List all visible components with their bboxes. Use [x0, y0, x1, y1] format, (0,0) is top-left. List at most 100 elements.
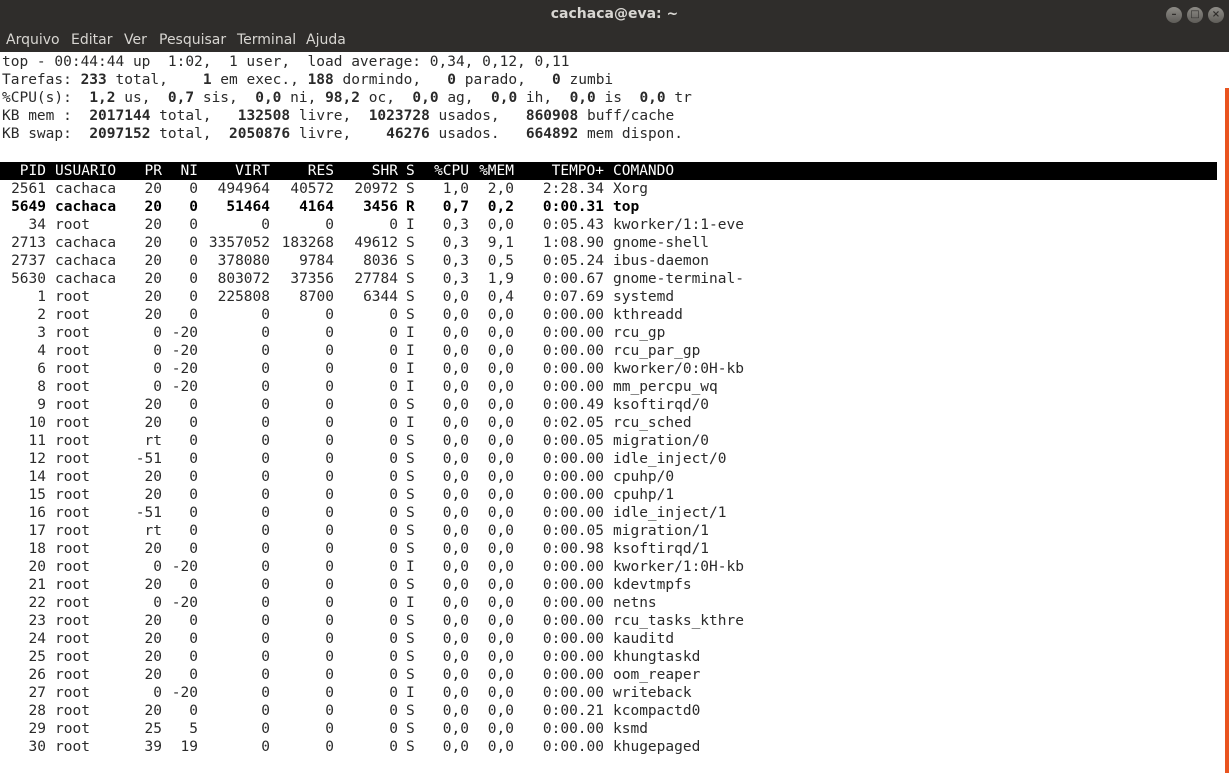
table-row: 21 root 20 0 0 0 0 S 0,0 0,0 0:00.00 kdevtmpfs [0, 576, 1217, 594]
table-row: 29 root 25 5 0 0 0 S 0,0 0,0 0:00.00 ksmd [0, 720, 1217, 738]
cell-time: 0:00.21 [542, 703, 604, 719]
cell-time: 0:05.24 [542, 253, 604, 269]
cell-time: 0:00.00 [542, 613, 604, 629]
cell-time: 0:00.00 [542, 559, 604, 575]
table-row: 3 root 0 -20 0 0 0 I 0,0 0,0 0:00.00 rcu_gp [0, 324, 1217, 342]
menu-bar: Arquivo Editar Ver Pesquisar Terminal Aj… [0, 30, 1229, 52]
cell-time: 0:00.00 [542, 667, 604, 683]
cell-time: 0:00.31 [542, 199, 604, 215]
cell-pid: 16 [28, 505, 46, 521]
cell-pid: 10 [28, 415, 46, 431]
cell-time: 0:00.49 [542, 397, 604, 413]
maximize-button[interactable]: □ [1187, 7, 1203, 23]
cell-time: 0:00.00 [542, 631, 604, 647]
col-header-command: COMANDO [613, 163, 675, 179]
cell-time: 0:00.00 [542, 739, 604, 755]
cell-pid: 11 [28, 433, 46, 449]
process-table-header: PID USUARIO PR NI VIRT RES SHR S %CPU %MEM TEMPO+ C… [0, 162, 1217, 180]
cell-time: 0:05.43 [542, 217, 604, 233]
cell-command: kdevtmpfs [613, 577, 692, 593]
cell-pid: 3 [37, 325, 46, 341]
cell-command: gnome-terminal- [613, 271, 744, 287]
menu-editar[interactable]: Editar [71, 32, 112, 48]
table-row: 26 root 20 0 0 0 0 S 0,0 0,0 0:00.00 oom_reaper [0, 666, 1217, 684]
menu-ajuda[interactable]: Ajuda [306, 32, 346, 48]
cell-pid: 23 [28, 613, 46, 629]
cell-command: cpuhp/1 [613, 487, 675, 503]
table-row: 11 root rt 0 0 0 0 S 0,0 0,0 0:00.05 migration/0 [0, 432, 1217, 450]
cell-pid: 2561 [11, 181, 46, 197]
mem-line: KB mem : 2017144 total, 132508 livre, 10… [2, 108, 675, 124]
cell-time: 0:00.98 [542, 541, 604, 557]
table-row: 27 root 0 -20 0 0 0 I 0,0 0,0 0:00.00 writeback [0, 684, 1217, 702]
cell-command: kworker/1:0H-kb [613, 559, 744, 575]
cell-time: 0:00.67 [542, 271, 604, 287]
cell-time: 0:00.00 [542, 649, 604, 665]
close-icon: × [1211, 9, 1221, 20]
scrollbar[interactable] [1225, 88, 1229, 773]
cell-command: kcompactd0 [613, 703, 701, 719]
maximize-icon: □ [1190, 9, 1200, 20]
cell-command: Xorg [613, 181, 648, 197]
table-row: 14 root 20 0 0 0 0 S 0,0 0,0 0:00.00 cpuhp/0 [0, 468, 1217, 486]
window-title: cachaca@eva: ~ [550, 6, 679, 22]
cell-time: 0:00.05 [542, 433, 604, 449]
cell-time: 0:00.00 [542, 505, 604, 521]
cell-time: 1:08.90 [542, 235, 604, 251]
table-row: 4 root 0 -20 0 0 0 I 0,0 0,0 0:00.00 rcu_par_gp [0, 342, 1217, 360]
table-row: 22 root 0 -20 0 0 0 I 0,0 0,0 0:00.00 netns [0, 594, 1217, 612]
table-row: 5630 cachaca 20 0 803072 37356 27784 S 0,3 1,9 0:0… [0, 270, 1217, 288]
cell-time: 0:00.00 [542, 307, 604, 323]
minimize-button[interactable]: – [1166, 7, 1182, 23]
cell-time: 0:00.00 [542, 577, 604, 593]
cell-pid: 29 [28, 721, 46, 737]
table-row: 18 root 20 0 0 0 0 S 0,0 0,0 0:00.98 ksoftirqd/1 [0, 540, 1217, 558]
cpu-line: %CPU(s): 1,2 us, 0,7 sis, 0,0 ni, 98,2 o… [2, 90, 692, 106]
close-button[interactable]: × [1208, 7, 1224, 23]
cell-time: 2:28.34 [542, 181, 604, 197]
table-row: 2 root 20 0 0 0 0 S 0,0 0,0 0:00.00 kthreadd [0, 306, 1217, 324]
col-header-time: TEMPO+ [551, 163, 604, 179]
cell-pid: 8 [37, 379, 46, 395]
table-row: 20 root 0 -20 0 0 0 I 0,0 0,0 0:00.00 kworker/1:0H-… [0, 558, 1217, 576]
table-row: 2737 cachaca 20 0 378080 9784 8036 S 0,3 0,5 0:05.… [0, 252, 1217, 270]
table-row: 1 root 20 0 225808 8700 6344 S 0,0 0,4 0:07.69 syst… [0, 288, 1217, 306]
cell-pid: 9 [37, 397, 46, 413]
cell-time: 0:00.00 [542, 343, 604, 359]
cell-pid: 21 [28, 577, 46, 593]
menu-arquivo[interactable]: Arquivo [6, 32, 60, 48]
table-row: 2561 cachaca 20 0 494964 40572 20972 S 1,0 2,0 2:2… [0, 180, 1217, 198]
menu-ver[interactable]: Ver [124, 32, 147, 48]
cell-command: kworker/1:1-eve [613, 217, 744, 233]
cell-pid: 2737 [11, 253, 46, 269]
cell-pid: 22 [28, 595, 46, 611]
cell-pid: 6 [37, 361, 46, 377]
table-row: 28 root 20 0 0 0 0 S 0,0 0,0 0:00.21 kcompactd0 [0, 702, 1217, 720]
cell-command: kauditd [613, 631, 675, 647]
cell-pid: 18 [28, 541, 46, 557]
menu-pesquisar[interactable]: Pesquisar [159, 32, 226, 48]
menu-terminal[interactable]: Terminal [237, 32, 296, 48]
cell-time: 0:00.00 [542, 487, 604, 503]
cell-command: kworker/0:0H-kb [613, 361, 744, 377]
cell-time: 0:00.00 [542, 451, 604, 467]
cell-pid: 17 [28, 523, 46, 539]
cell-command: systemd [613, 289, 675, 305]
table-row: 34 root 20 0 0 0 0 I 0,3 0,0 0:05.43 kworker/1:1-ev… [0, 216, 1217, 234]
cell-time: 0:00.00 [542, 721, 604, 737]
uptime-line: top - 00:44:44 up 1:02, 1 user, load ave… [2, 54, 570, 70]
cell-time: 0:00.00 [542, 685, 604, 701]
cell-command: migration/0 [613, 433, 710, 449]
cell-command: cpuhp/0 [613, 469, 675, 485]
cell-command: ksoftirqd/1 [613, 541, 710, 557]
cell-command: rcu_par_gp [613, 343, 701, 359]
table-row: 15 root 20 0 0 0 0 S 0,0 0,0 0:00.00 cpuhp/1 [0, 486, 1217, 504]
cell-pid: 5630 [11, 271, 46, 287]
cell-pid: 30 [28, 739, 46, 755]
cell-time: 0:00.00 [542, 469, 604, 485]
cell-command: idle_inject/0 [613, 451, 727, 467]
cell-pid: 14 [28, 469, 46, 485]
cell-time: 0:00.00 [542, 361, 604, 377]
cell-pid: 20 [28, 559, 46, 575]
table-row: 10 root 20 0 0 0 0 I 0,0 0,0 0:02.05 rcu_sched [0, 414, 1217, 432]
